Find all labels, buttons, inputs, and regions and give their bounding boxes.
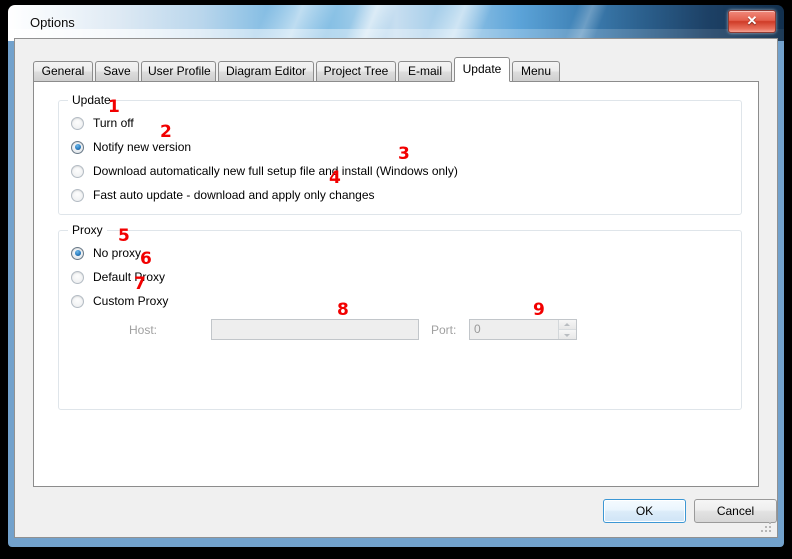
tab-label: Update — [462, 62, 502, 76]
options-dialog-window: Options ✕ General Save User Profile Diagram… — [8, 5, 784, 547]
tab-user-profile[interactable]: User Profile — [141, 61, 216, 81]
tab-save[interactable]: Save — [95, 61, 139, 81]
options-tab-control: General Save User Profile Diagram Editor Pro… — [33, 57, 759, 487]
radio-label: Notify new version — [93, 140, 192, 154]
radio-unselected-icon[interactable] — [71, 164, 84, 178]
radio-unselected-icon[interactable] — [71, 270, 84, 284]
radio-selected-icon[interactable] — [71, 246, 84, 260]
radio-update-turn-off[interactable]: Turn off — [71, 115, 134, 131]
close-icon: ✕ — [746, 13, 758, 28]
tab-general[interactable]: General — [33, 61, 93, 81]
radio-update-download-automatically-new-full-setu[interactable]: Download automatically new full setup fi… — [71, 163, 458, 179]
close-button[interactable]: ✕ — [728, 10, 776, 33]
tab-label: Menu — [520, 64, 552, 78]
grip-dot — [769, 522, 771, 524]
tab-strip: General Save User Profile Diagram Editor Pro… — [33, 57, 759, 82]
radio-proxy-custom-proxy[interactable]: Custom Proxy — [71, 293, 168, 309]
tab-label: General — [41, 64, 85, 78]
port-input-value: 0 — [474, 322, 481, 336]
grip-dot — [761, 530, 763, 532]
grip-dot — [765, 530, 767, 532]
port-decrement-button[interactable] — [559, 329, 576, 339]
update-group-box: Update Turn off Notify new version Downloa… — [58, 93, 742, 215]
tab-label: Project Tree — [323, 64, 389, 78]
grip-dot — [769, 530, 771, 532]
radio-selected-icon[interactable] — [71, 140, 84, 154]
radio-update-notify-new-version[interactable]: Notify new version — [71, 139, 191, 155]
proxy-host-port-row: Host: Port: 0 — [71, 319, 731, 341]
tab-diagram-editor[interactable]: Diagram Editor — [218, 61, 314, 81]
port-stepper[interactable]: 0 — [469, 319, 577, 340]
grip-dot — [765, 526, 767, 528]
port-increment-button[interactable] — [559, 320, 576, 329]
proxy-group-box: Proxy No proxy Default Proxy Custom Proxy … — [58, 223, 742, 410]
title-bar — [8, 5, 784, 41]
host-label: Host: — [129, 323, 158, 337]
tab-label: Save — [103, 64, 131, 78]
tab-label: Diagram Editor — [225, 64, 307, 78]
window-title: Options — [30, 15, 75, 30]
proxy-group-title: Proxy — [68, 223, 107, 237]
host-input[interactable] — [211, 319, 419, 340]
update-group-title: Update — [68, 93, 115, 107]
radio-label: Fast auto update - download and apply on… — [93, 188, 375, 202]
chevron-down-icon — [564, 334, 570, 337]
tab-menu[interactable]: Menu — [512, 61, 560, 81]
radio-label: Default Proxy — [93, 270, 166, 284]
radio-unselected-icon[interactable] — [71, 116, 84, 130]
grip-dot — [769, 526, 771, 528]
port-stepper-buttons — [558, 320, 576, 339]
radio-label: No proxy — [93, 246, 142, 260]
port-label: Port: — [431, 323, 457, 337]
radio-label: Download automatically new full setup fi… — [93, 164, 458, 178]
tab-panel-update: Update Turn off Notify new version Downloa… — [33, 81, 759, 487]
tab-label: E-mail — [407, 64, 442, 78]
radio-proxy-default-proxy[interactable]: Default Proxy — [71, 269, 165, 285]
tab-e-mail[interactable]: E-mail — [398, 61, 452, 81]
radio-label: Turn off — [93, 116, 134, 130]
dialog-client-area: General Save User Profile Diagram Editor Pro… — [14, 38, 778, 538]
radio-update-fast-auto-update-download-and-apply-[interactable]: Fast auto update - download and apply on… — [71, 187, 375, 203]
resize-grip[interactable] — [761, 522, 773, 534]
radio-label: Custom Proxy — [93, 294, 169, 308]
cancel-button[interactable]: Cancel — [694, 499, 777, 523]
chevron-up-icon — [564, 323, 570, 326]
tab-update[interactable]: Update — [454, 57, 510, 82]
ok-button[interactable]: OK — [603, 499, 686, 523]
radio-proxy-no-proxy[interactable]: No proxy — [71, 245, 141, 261]
tab-project-tree[interactable]: Project Tree — [316, 61, 396, 81]
tab-label: User Profile — [148, 64, 211, 78]
radio-unselected-icon[interactable] — [71, 294, 84, 308]
radio-unselected-icon[interactable] — [71, 188, 84, 202]
